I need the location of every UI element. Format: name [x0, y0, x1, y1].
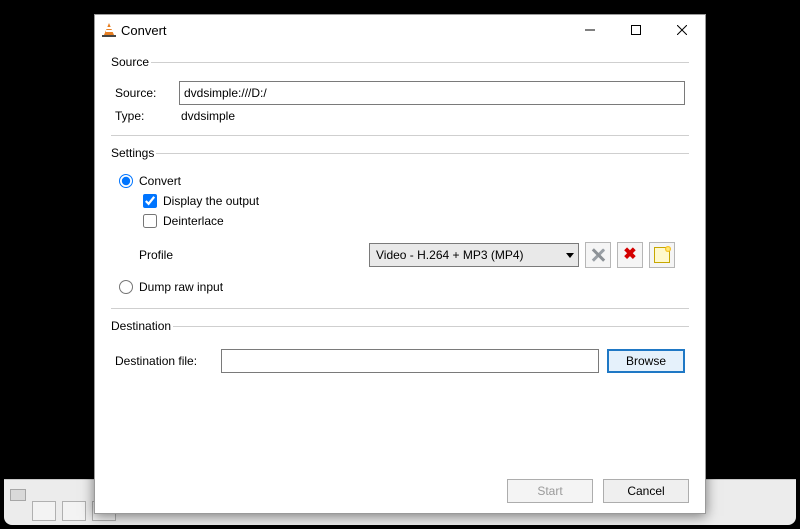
- maximize-button[interactable]: [613, 15, 659, 45]
- source-label: Source:: [115, 86, 179, 100]
- delete-x-icon: ✖: [623, 247, 636, 263]
- start-button[interactable]: Start: [507, 479, 593, 503]
- edit-profile-button[interactable]: [585, 242, 611, 268]
- chevron-down-icon: [566, 253, 574, 258]
- dump-raw-radio[interactable]: [119, 280, 133, 294]
- minimize-icon: [585, 25, 595, 35]
- deinterlace-checkbox[interactable]: [143, 214, 157, 228]
- window-title: Convert: [121, 23, 167, 38]
- convert-radio-label: Convert: [139, 174, 181, 188]
- source-group: Source Source: Type: dvdsimple: [111, 55, 689, 136]
- close-button[interactable]: [659, 15, 705, 45]
- convert-dialog: Convert Source Source:: [94, 14, 706, 514]
- destination-group: Destination Destination file: Browse: [111, 319, 689, 391]
- cancel-button[interactable]: Cancel: [603, 479, 689, 503]
- delete-profile-button[interactable]: ✖: [617, 242, 643, 268]
- vlc-cone-icon: [101, 22, 117, 38]
- convert-radio[interactable]: [119, 174, 133, 188]
- video-player-background: Convert Source Source:: [4, 4, 796, 525]
- settings-legend: Settings: [109, 146, 156, 160]
- close-icon: [677, 25, 687, 35]
- dialog-footer: Start Cancel: [95, 469, 705, 513]
- dump-raw-label: Dump raw input: [139, 280, 223, 294]
- tools-icon: [591, 248, 605, 262]
- new-profile-button[interactable]: [649, 242, 675, 268]
- destination-file-label: Destination file:: [115, 354, 221, 368]
- dialog-body: Source Source: Type: dvdsimple Settings: [95, 45, 705, 469]
- player-small-indicator: [10, 489, 26, 501]
- type-value: dvdsimple: [179, 109, 235, 123]
- type-label: Type:: [115, 109, 179, 123]
- profile-combobox[interactable]: Video - H.264 + MP3 (MP4): [369, 243, 579, 267]
- titlebar: Convert: [95, 15, 705, 45]
- destination-file-input[interactable]: [221, 349, 599, 373]
- source-legend: Source: [109, 55, 151, 69]
- source-input[interactable]: [179, 81, 685, 105]
- display-output-label: Display the output: [163, 194, 259, 208]
- player-button-2[interactable]: [62, 501, 86, 521]
- browse-button[interactable]: Browse: [607, 349, 685, 373]
- minimize-button[interactable]: [567, 15, 613, 45]
- destination-legend: Destination: [109, 319, 173, 333]
- profile-label: Profile: [139, 248, 369, 262]
- maximize-icon: [631, 25, 641, 35]
- player-button-1[interactable]: [32, 501, 56, 521]
- deinterlace-label: Deinterlace: [163, 214, 224, 228]
- display-output-checkbox[interactable]: [143, 194, 157, 208]
- profile-selected-value: Video - H.264 + MP3 (MP4): [376, 248, 566, 262]
- settings-group: Settings Convert Display the output Dein…: [111, 146, 689, 309]
- new-file-icon: [654, 247, 670, 263]
